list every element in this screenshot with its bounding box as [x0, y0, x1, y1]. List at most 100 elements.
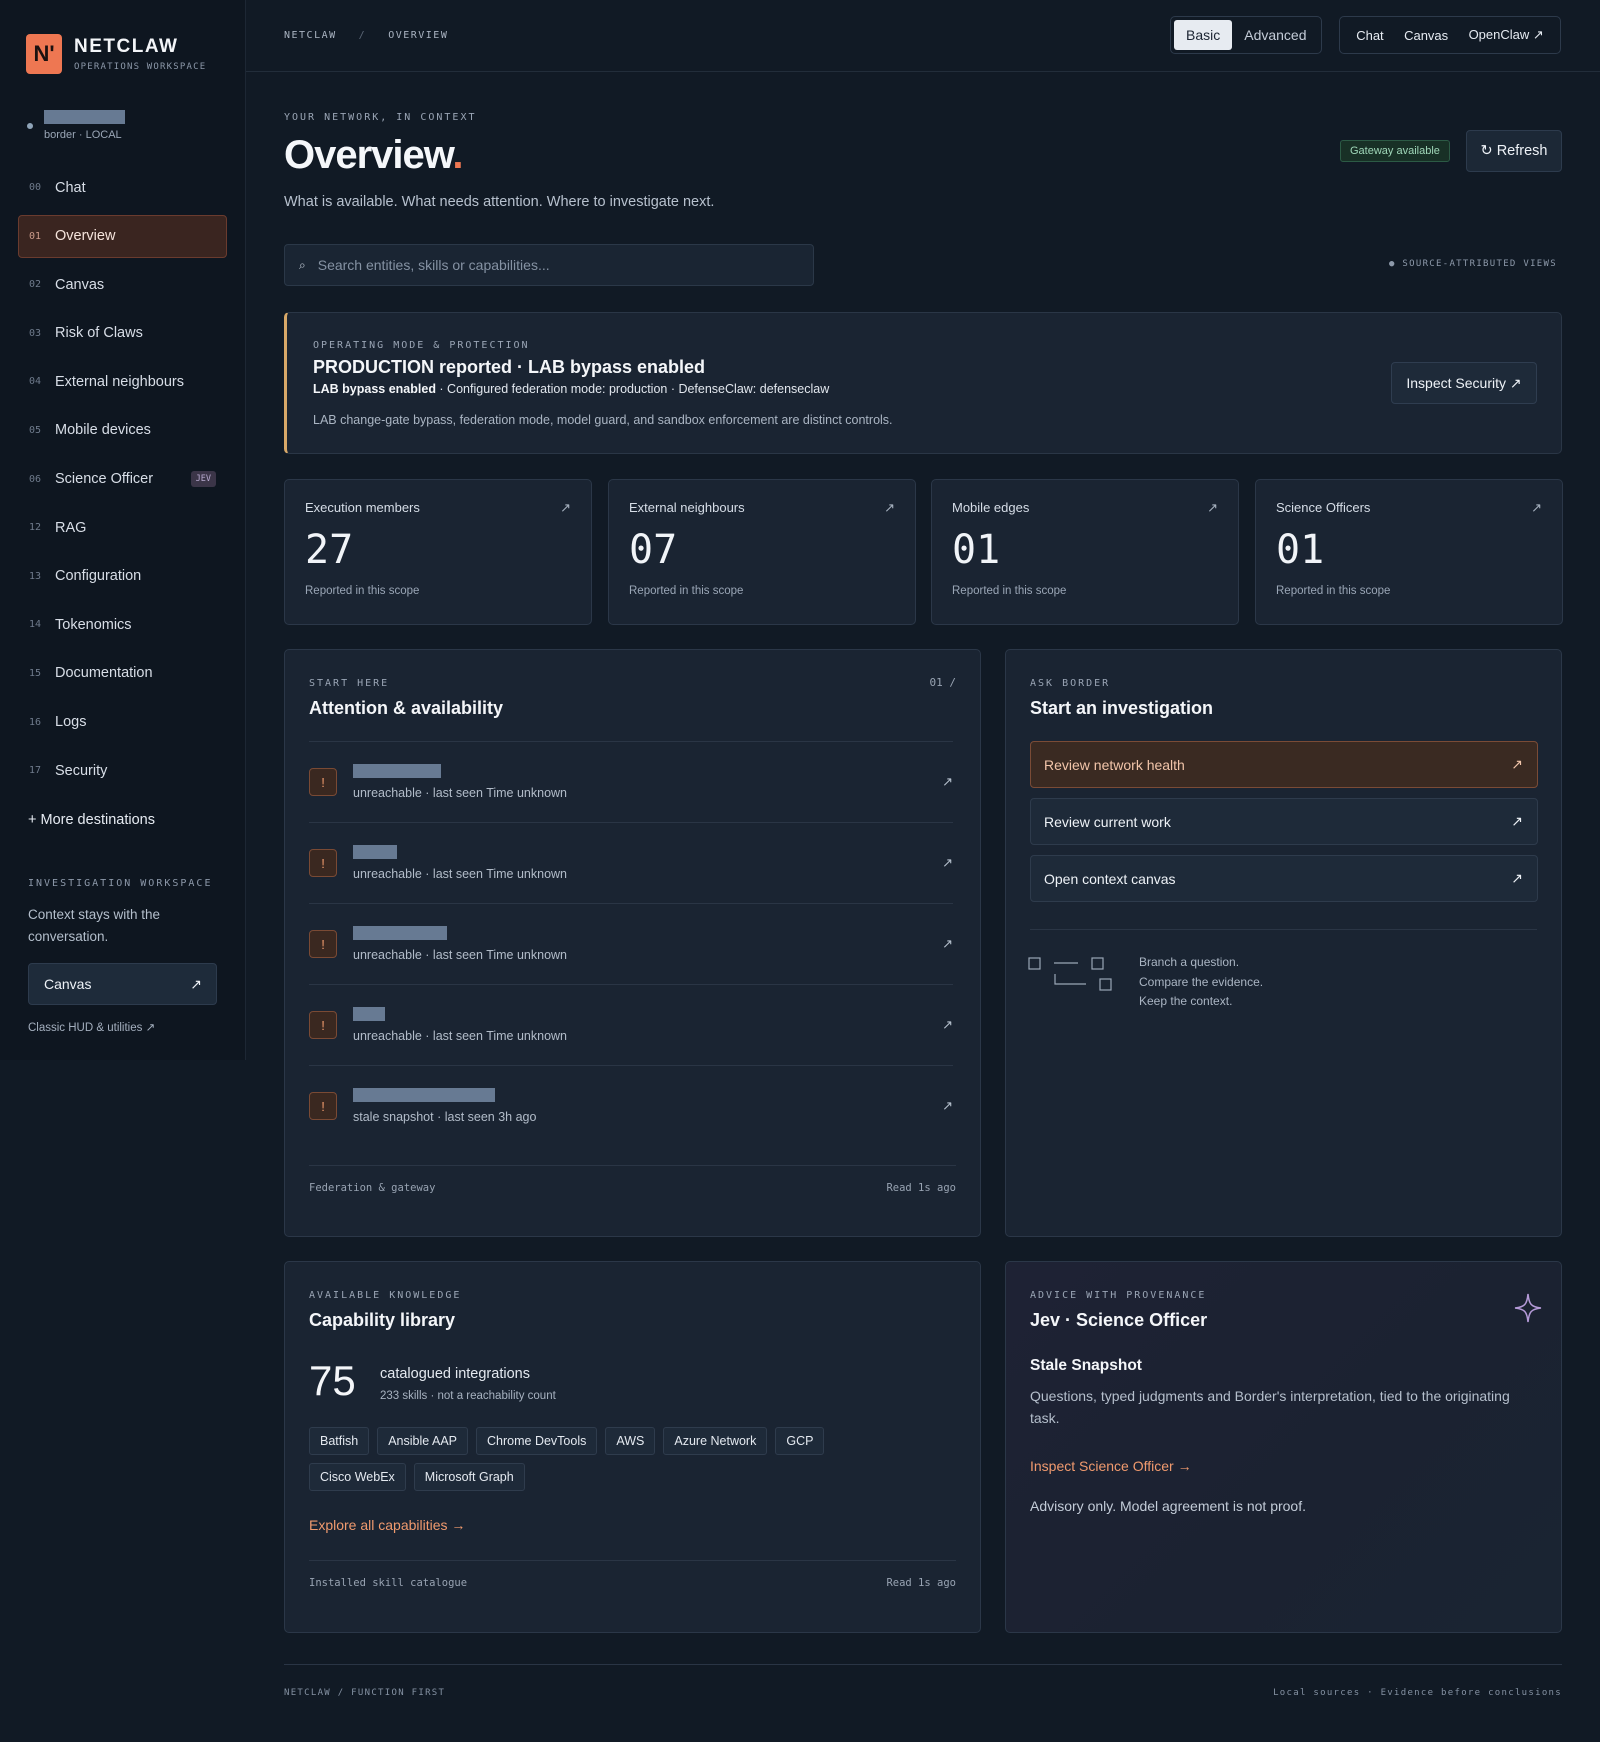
host-status: stale snapshot · last seen 3h ago [353, 1110, 537, 1124]
chip-ansible-aap[interactable]: Ansible AAP [377, 1427, 469, 1455]
inspect-science-officer-link[interactable]: Inspect Science Officer → [1030, 1458, 1192, 1474]
sidebar-item-configuration[interactable]: 13 Configuration [18, 555, 227, 598]
nav-label: External neighbours [55, 373, 184, 390]
workspace-description: Context stays with the conversation. [28, 907, 161, 944]
chip-microsoft-graph[interactable]: Microsoft Graph [413, 1463, 525, 1491]
source-attributed-note: ● SOURCE-ATTRIBUTED VIEWS [1389, 259, 1557, 269]
brand[interactable]: N' NETCLAW OPERATIONS WORKSPACE [26, 34, 206, 74]
nav-label: Science Officer [55, 471, 154, 488]
stat-label: Execution members [305, 500, 420, 515]
sidebar-item-mobile-devices[interactable]: 05 Mobile devices [18, 409, 227, 452]
classic-hud-link[interactable]: Classic HUD & utilities ↗ [28, 1020, 155, 1034]
nav-number: 14 [29, 619, 42, 631]
sidebar-item-risk-of-claws[interactable]: 03 Risk of Claws [18, 312, 227, 355]
host-selector[interactable]: border · LOCAL [27, 110, 125, 141]
top-link-canvas[interactable]: Canvas [1404, 28, 1448, 43]
search-input[interactable] [317, 257, 788, 273]
chip-chrome-devtools[interactable]: Chrome DevTools [476, 1427, 598, 1455]
sidebar-item-chat[interactable]: 00 Chat [18, 166, 227, 209]
nav-label: Overview [55, 228, 116, 245]
open-context-canvas-button[interactable]: Open context canvas ↗ [1030, 855, 1538, 902]
sparkle-icon [1514, 1293, 1542, 1323]
chip-cisco-webex[interactable]: Cisco WebEx [309, 1463, 406, 1491]
nav-number: 17 [29, 765, 42, 777]
list-item[interactable]: ! unreachable · last seen Time unknown ↗ [309, 984, 953, 1065]
nav-number: 02 [29, 279, 42, 291]
arrow-up-right-icon: ↗ [1207, 500, 1218, 515]
stat-execution-members[interactable]: Execution members ↗ 27 Reported in this … [284, 479, 592, 625]
integration-count: 75 [309, 1357, 356, 1404]
breadcrumb-root[interactable]: NETCLAW [284, 30, 337, 41]
action-label: Review network health [1044, 756, 1185, 773]
arrow-up-right-icon: ↗ [942, 855, 953, 870]
sidebar-item-overview[interactable]: 01 Overview [18, 214, 227, 258]
action-label: Open context canvas [1044, 870, 1176, 887]
stat-external-neighbours[interactable]: External neighbours ↗ 07 Reported in thi… [608, 479, 916, 625]
sidebar-item-canvas[interactable]: 02 Canvas [18, 263, 227, 306]
sidebar-item-science-officer[interactable]: 06 Science Officer JEV [18, 458, 227, 501]
breadcrumb: NETCLAW / OVERVIEW [284, 30, 448, 41]
arrow-up-right-icon: ↗ [560, 500, 571, 515]
stat-foot: Reported in this scope [1276, 585, 1391, 597]
host-context: border · LOCAL [44, 129, 122, 141]
redacted-host-name [44, 110, 125, 124]
workspace-canvas-button[interactable]: Canvas ↗ [28, 963, 217, 1005]
sidebar-item-tokenomics[interactable]: 14 Tokenomics [18, 603, 227, 646]
brand-name: NETCLAW [74, 36, 179, 57]
page-title-text: Overview [284, 133, 453, 177]
review-current-work-button[interactable]: Review current work ↗ [1030, 798, 1538, 845]
nav-label: Tokenomics [55, 616, 132, 633]
netclaw-logo-icon: N' [26, 34, 62, 74]
attention-eyebrow: START HERE [309, 678, 390, 689]
sidebar-item-external-neighbours[interactable]: 04 External neighbours [18, 360, 227, 403]
mode-basic-button[interactable]: Basic [1174, 20, 1233, 50]
attention-panel: START HERE Attention & availability 01 /… [284, 649, 981, 1237]
explore-capabilities-link[interactable]: Explore all capabilities → [309, 1517, 465, 1533]
gateway-status-badge: Gateway available [1340, 140, 1450, 162]
stat-foot: Reported in this scope [305, 585, 420, 597]
science-officer-badge: JEV [190, 471, 216, 488]
mode-toggle: Basic Advanced [1170, 16, 1322, 54]
top-link-chat[interactable]: Chat [1356, 28, 1383, 43]
breadcrumb-current: OVERVIEW [388, 30, 449, 41]
arrow-up-right-icon: ↗ [1511, 756, 1523, 772]
arrow-up-right-icon: ↗ [884, 500, 895, 515]
stat-science-officers[interactable]: Science Officers ↗ 01 Reported in this s… [1255, 479, 1563, 625]
list-item[interactable]: ! unreachable · last seen Time unknown ↗ [309, 822, 953, 903]
search-box[interactable]: ⌕ [284, 244, 814, 286]
sidebar-item-rag[interactable]: 12 RAG [18, 506, 227, 549]
footer-source: Federation & gateway [309, 1182, 436, 1194]
search-icon: ⌕ [299, 257, 306, 272]
more-destinations-link[interactable]: + More destinations [28, 812, 155, 828]
list-item[interactable]: ! unreachable · last seen Time unknown ↗ [309, 741, 953, 822]
sidebar-item-documentation[interactable]: 15 Documentation [18, 652, 227, 695]
top-link-openclaw[interactable]: OpenClaw ↗ [1469, 27, 1544, 43]
redacted-host-name [353, 1007, 385, 1021]
skills-count: 233 skills · not a reachability count [380, 1390, 556, 1402]
footer-source: Installed skill catalogue [309, 1577, 468, 1589]
redacted-host-name [353, 845, 397, 859]
sidebar-item-logs[interactable]: 16 Logs [18, 701, 227, 744]
list-item[interactable]: ! stale snapshot · last seen 3h ago ↗ [309, 1065, 953, 1146]
mode-advanced-button[interactable]: Advanced [1232, 20, 1318, 50]
refresh-button[interactable]: ↻ Refresh [1466, 130, 1562, 172]
warning-icon: ! [309, 849, 337, 877]
arrow-up-right-icon: ↗ [190, 975, 202, 992]
mode-detail-rest: · Configured federation mode: production… [435, 382, 830, 396]
redacted-host-name [353, 926, 447, 940]
chip-aws[interactable]: AWS [605, 1427, 656, 1455]
chip-gcp[interactable]: GCP [775, 1427, 825, 1455]
sidebar-item-security[interactable]: 17 Security [18, 749, 227, 792]
page-subtitle: What is available. What needs attention.… [284, 194, 715, 210]
stat-mobile-edges[interactable]: Mobile edges ↗ 01 Reported in this scope [931, 479, 1239, 625]
list-item[interactable]: ! unreachable · last seen Time unknown ↗ [309, 903, 953, 984]
review-network-health-button[interactable]: Review network health ↗ [1030, 741, 1538, 788]
stat-foot: Reported in this scope [952, 585, 1067, 597]
inspect-security-button[interactable]: Inspect Security ↗ [1391, 362, 1537, 404]
stat-value: 07 [629, 527, 678, 573]
chip-azure-network[interactable]: Azure Network [663, 1427, 768, 1455]
nav-label: Mobile devices [55, 422, 151, 439]
chip-batfish[interactable]: Batfish [309, 1427, 370, 1455]
divider [1030, 929, 1537, 930]
host-status: unreachable · last seen Time unknown [353, 867, 568, 881]
